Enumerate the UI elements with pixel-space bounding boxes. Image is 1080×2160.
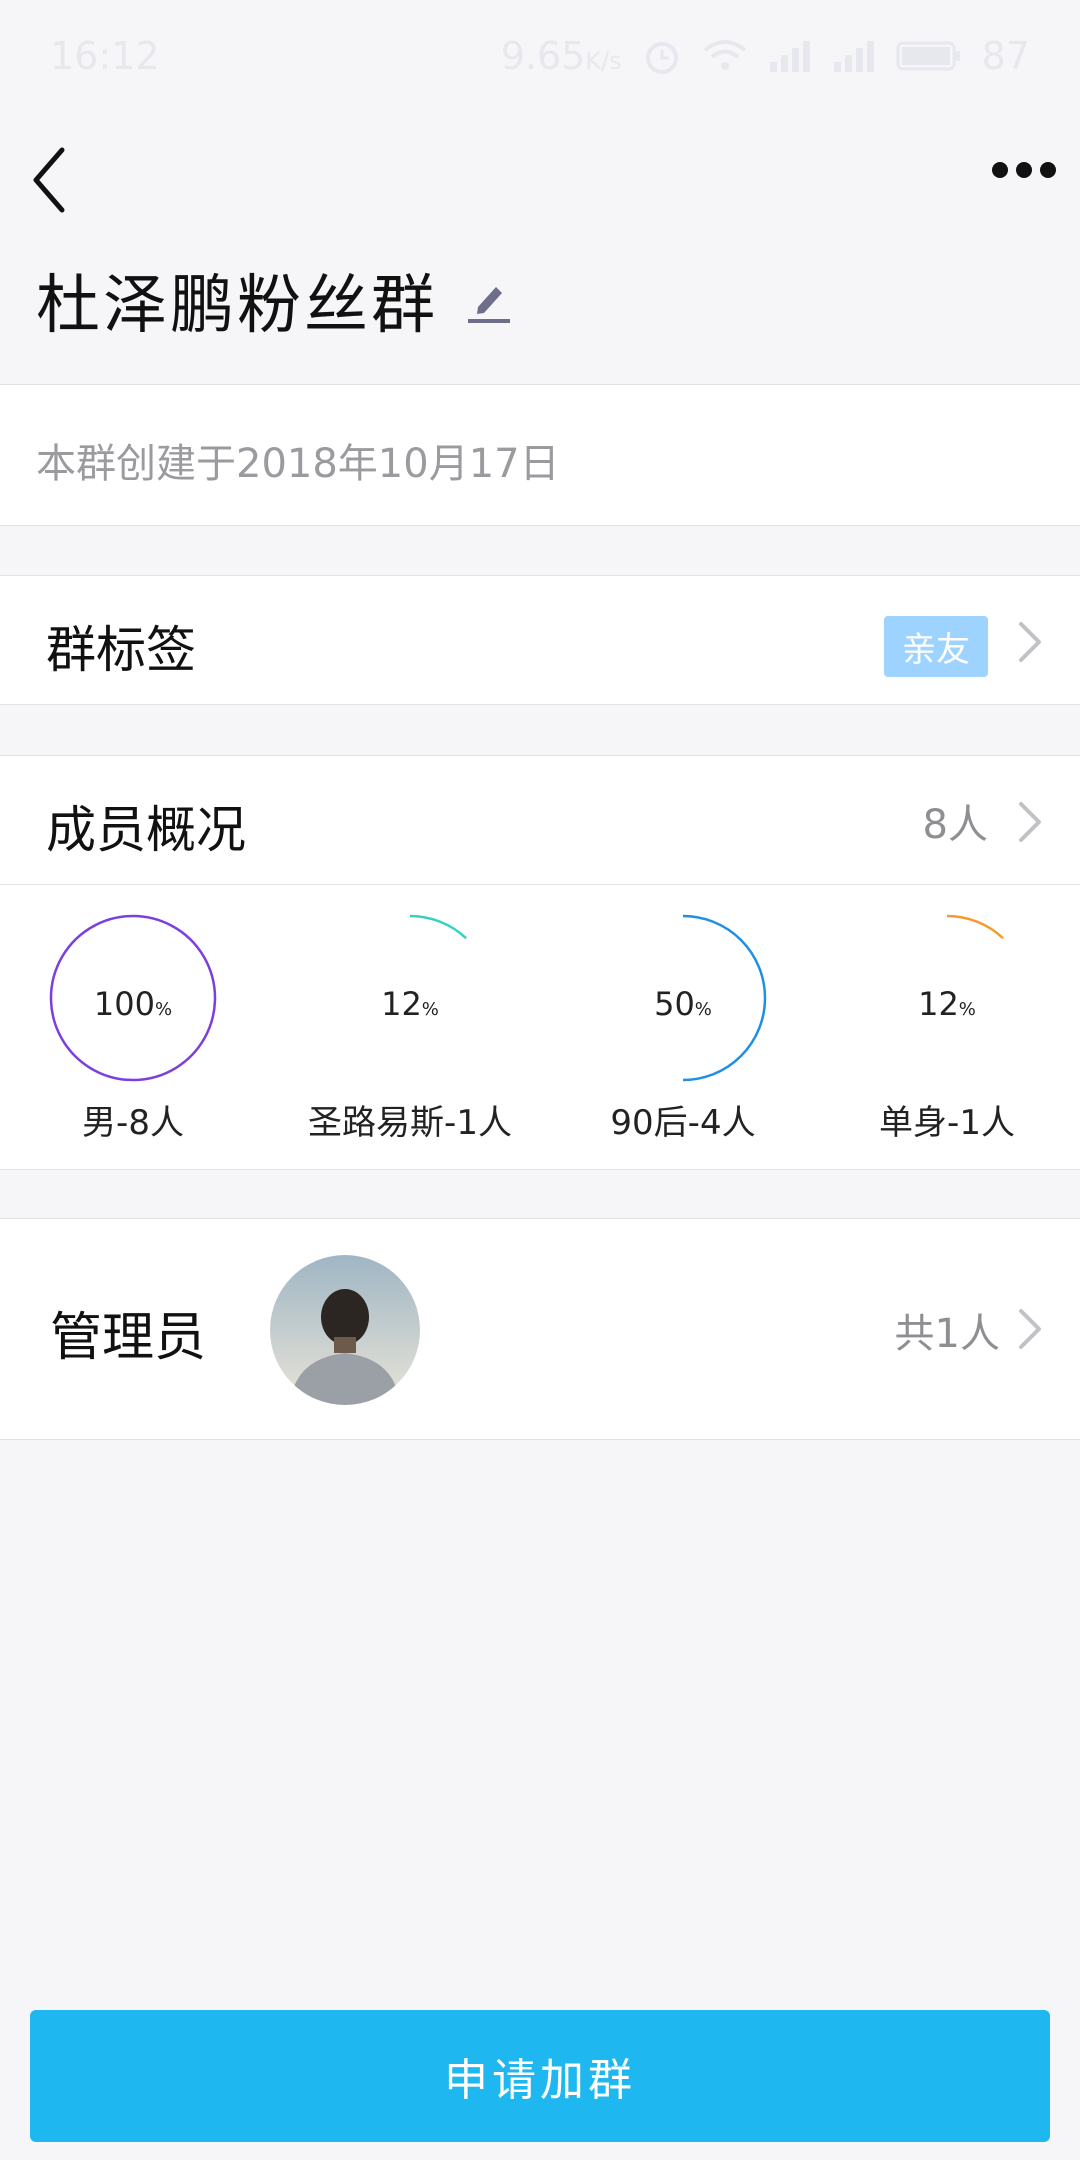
chevron-right-icon: [1019, 802, 1041, 842]
stat-arc: [946, 914, 1004, 940]
stat-caption: 单身-1人: [879, 1103, 1015, 1143]
apply-join-label: 申请加群: [444, 2055, 636, 2106]
stat-caption: 男-8人: [82, 1103, 184, 1143]
title-row: 杜泽鹏粉丝群: [36, 250, 514, 350]
navigation-bar: [0, 110, 1080, 240]
signal-icon-2: [833, 41, 874, 72]
status-bar: 16:12 9.65K/s 87: [0, 0, 1080, 110]
signal-icon: [769, 41, 810, 72]
created-date-section: 本群创建于2018年10月17日: [0, 384, 1080, 526]
wifi-icon: [703, 40, 746, 70]
more-button[interactable]: [988, 150, 1060, 190]
stat-caption: 90后-4人: [610, 1103, 756, 1143]
chevron-right-icon: [1019, 1309, 1041, 1349]
members-overview-label: 成员概况: [46, 801, 246, 859]
stat-percent: 12%: [381, 985, 439, 1023]
avatar-image: [270, 1255, 420, 1405]
group-title: 杜泽鹏粉丝群: [36, 269, 438, 343]
pencil-icon[interactable]: [464, 275, 514, 325]
apply-join-button[interactable]: 申请加群: [30, 2010, 1050, 2142]
stat-relationship: 12% 单身-1人: [862, 885, 1080, 1169]
admin-avatar[interactable]: [270, 1255, 420, 1405]
admin-row[interactable]: 管理员 共1人: [0, 1218, 1080, 1440]
stat-arc: [409, 914, 467, 940]
status-icons: 9.65K/s 87: [501, 34, 1030, 78]
tag-badge: 亲友: [884, 616, 988, 677]
members-overview-row[interactable]: 成员概况 8人: [0, 755, 1080, 886]
stat-caption: 圣路易斯-1人: [308, 1103, 512, 1143]
group-tags-row[interactable]: 群标签 亲友: [0, 575, 1080, 705]
stat-percent: 12%: [918, 985, 976, 1023]
member-count: 8人: [922, 802, 988, 848]
group-tags-label: 群标签: [46, 621, 196, 679]
member-stats: 100% 男-8人 12% 圣路易斯-1人 50% 90后-4人 12% 单身-…: [0, 884, 1080, 1170]
back-button[interactable]: [18, 128, 90, 216]
chevron-left-icon: [33, 147, 65, 213]
chevron-right-icon: [1019, 622, 1041, 662]
network-speed: 9.65K/s: [500, 34, 622, 78]
admin-count: 共1人: [894, 1311, 1000, 1357]
status-time: 16:12: [50, 34, 160, 78]
stat-percent: 100%: [93, 985, 173, 1023]
battery-level: 87: [981, 34, 1030, 78]
alarm-icon: [645, 42, 678, 74]
battery-icon: [896, 41, 960, 71]
created-date-text: 本群创建于2018年10月17日: [36, 441, 560, 487]
stat-percent: 50%: [654, 985, 712, 1023]
admin-label: 管理员: [50, 1308, 207, 1368]
more-dots-icon: [992, 162, 1056, 178]
